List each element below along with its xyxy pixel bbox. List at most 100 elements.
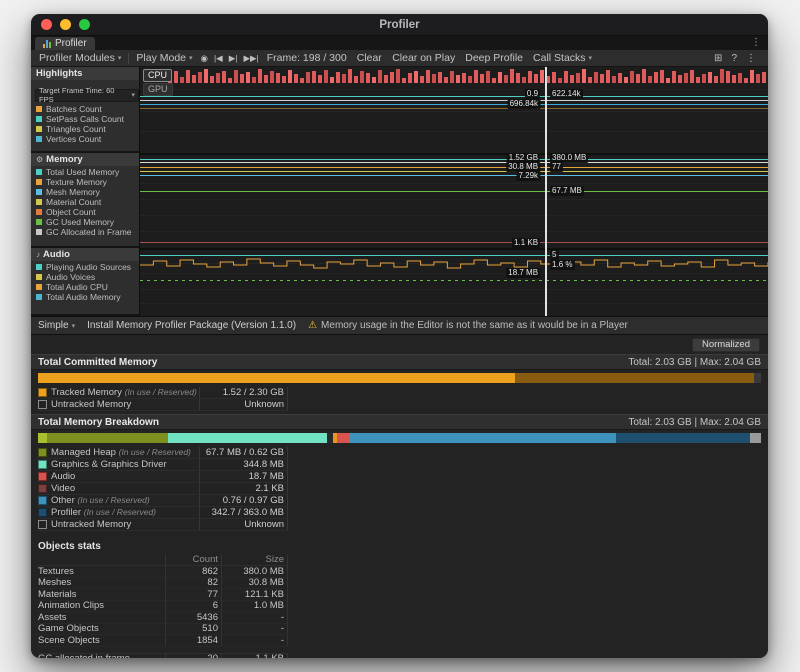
- current-frame-button[interactable]: ▶▶|: [240, 50, 261, 66]
- gridline: [140, 303, 768, 304]
- deep-profile-button[interactable]: Deep Profile: [460, 50, 528, 66]
- counter-playing-audio-sources[interactable]: Playing Audio Sources: [36, 262, 139, 272]
- cpu-frame-bar: [306, 72, 310, 83]
- editor-memory-warning: ⚠ Memory usage in the Editor is not the …: [308, 320, 628, 331]
- counter-swatch: [36, 189, 42, 195]
- record-button[interactable]: ◉: [198, 50, 211, 66]
- clear-button[interactable]: Clear: [352, 50, 387, 66]
- cpu-frame-bar: [510, 69, 514, 83]
- target-frame-time-dropdown[interactable]: Target Frame Time: 60 FPS ▾: [35, 89, 139, 102]
- cpu-frame-bar: [402, 78, 406, 83]
- profiler-tab-icon: [43, 40, 51, 48]
- kebab-menu-icon[interactable]: ⋮: [746, 53, 756, 64]
- object-stat-size: 1.0 MB: [221, 600, 288, 611]
- gc-allocated-row: GC allocated in frame 20 1.1 KB: [38, 653, 288, 659]
- module-highlights-header[interactable]: Highlights: [31, 67, 139, 80]
- cpu-frame-bar: [210, 76, 214, 83]
- module-audio-header[interactable]: ♪Audio: [31, 248, 139, 261]
- legend-label: Tracked Memory (In use / Reserved): [51, 387, 199, 398]
- legend-value: 67.7 MB / 0.62 GB: [199, 447, 288, 458]
- clear-on-play-button[interactable]: Clear on Play: [387, 50, 460, 66]
- chevron-down-icon: ▾: [72, 322, 76, 330]
- chart-line: [140, 191, 768, 192]
- tab-kebab-menu-icon[interactable]: ⋮: [751, 37, 761, 48]
- help-icon[interactable]: ?: [731, 53, 737, 64]
- module-counters: Total Used MemoryTexture MemoryMesh Memo…: [31, 166, 139, 237]
- legend-row-untracked-memory[interactable]: Untracked MemoryUnknown: [38, 399, 288, 411]
- counter-total-audio-memory[interactable]: Total Audio Memory: [36, 292, 139, 302]
- objects-stats-header: Count Size: [38, 554, 288, 566]
- objects-stats-title: Objects stats: [38, 541, 761, 552]
- cpu-frame-bar: [204, 69, 208, 83]
- counter-vertices-count[interactable]: Vertices Count: [36, 134, 139, 144]
- call-stacks-dropdown[interactable]: Call Stacks ▾: [528, 50, 597, 66]
- legend-row-audio[interactable]: Audio18.7 MB: [38, 471, 288, 483]
- cpu-frame-bar: [480, 74, 484, 83]
- prev-frame-button[interactable]: |◀: [211, 50, 226, 66]
- legend-row-untracked-memory[interactable]: Untracked MemoryUnknown: [38, 519, 288, 531]
- play-mode-dropdown[interactable]: Play Mode ▾: [131, 50, 197, 66]
- tab-profiler[interactable]: Profiler: [35, 37, 95, 50]
- counter-object-count[interactable]: Object Count: [36, 207, 139, 217]
- close-button[interactable]: [41, 19, 52, 30]
- counter-triangles-count[interactable]: Triangles Count: [36, 124, 139, 134]
- legend-row-video[interactable]: Video2.1 KB: [38, 483, 288, 495]
- counter-audio-voices[interactable]: Audio Voices: [36, 272, 139, 282]
- cpu-frame-bar: [174, 71, 178, 83]
- cpu-frame-bar: [564, 71, 568, 83]
- module-title: Audio: [43, 249, 70, 260]
- next-frame-button[interactable]: ▶|: [226, 50, 241, 66]
- gridline: [140, 273, 768, 274]
- counter-label: Total Audio Memory: [46, 292, 121, 302]
- cpu-frame-bar: [684, 73, 688, 83]
- install-memory-profiler-button[interactable]: Install Memory Profiler Package (Version…: [87, 320, 296, 331]
- profiler-chart[interactable]: CPU GPU 0.9622.14k696.84k1.52 GB380.0 MB…: [140, 67, 768, 316]
- cpu-frame-bar: [540, 70, 544, 83]
- legend-row-profiler[interactable]: Profiler (In use / Reserved)342.7 / 363.…: [38, 507, 288, 519]
- profiler-modules-dropdown[interactable]: Profiler Modules ▾: [34, 50, 126, 66]
- counter-setpass-calls-count[interactable]: SetPass Calls Count: [36, 114, 139, 124]
- chevron-down-icon: ▾: [589, 54, 593, 62]
- counter-mesh-memory[interactable]: Mesh Memory: [36, 187, 139, 197]
- module-memory-header[interactable]: ⚙Memory: [31, 153, 139, 166]
- panel-layout-icon[interactable]: ⊞: [714, 53, 722, 64]
- legend-row-other[interactable]: Other (In use / Reserved)0.76 / 0.97 GB: [38, 495, 288, 507]
- counter-gc-used-memory[interactable]: GC Used Memory: [36, 217, 139, 227]
- object-stat-count: 1854: [165, 635, 221, 646]
- counter-total-used-memory[interactable]: Total Used Memory: [36, 167, 139, 177]
- counter-label: SetPass Calls Count: [46, 114, 124, 124]
- legend-row-managed-heap[interactable]: Managed Heap (In use / Reserved)67.7 MB …: [38, 447, 288, 459]
- object-stat-count: 5436: [165, 612, 221, 623]
- cpu-frame-bar: [516, 73, 520, 83]
- counter-batches-count[interactable]: Batches Count: [36, 104, 139, 114]
- memory-bar-segment: [515, 373, 754, 383]
- cpu-frame-bar: [432, 74, 436, 83]
- normalized-button[interactable]: Normalized: [692, 338, 760, 352]
- gear-icon: ⚙: [36, 155, 43, 164]
- cpu-toggle[interactable]: CPU: [143, 69, 172, 82]
- chart-line: [140, 159, 768, 160]
- legend-row-graphics-graphics-driver[interactable]: Graphics & Graphics Driver344.8 MB: [38, 459, 288, 471]
- cpu-frame-bar: [342, 74, 346, 83]
- committed-memory-bar: [38, 373, 761, 383]
- module-memory: ⚙MemoryTotal Used MemoryTexture MemoryMe…: [31, 153, 139, 248]
- frame-playhead[interactable]: [545, 67, 547, 316]
- memory-bar-segment: [337, 433, 349, 443]
- memory-view-mode-dropdown[interactable]: Simple ▾: [38, 317, 75, 334]
- memory-bar-segment: [750, 433, 761, 443]
- legend-label: Graphics & Graphics Driver: [51, 459, 199, 470]
- maximize-button[interactable]: [79, 19, 90, 30]
- counter-material-count[interactable]: Material Count: [36, 197, 139, 207]
- titlebar[interactable]: Profiler: [31, 14, 768, 36]
- legend-swatch: [38, 388, 47, 397]
- counter-gc-allocated-in-frame[interactable]: GC Allocated in Frame: [36, 227, 139, 237]
- legend-row-tracked-memory[interactable]: Tracked Memory (In use / Reserved)1.52 /…: [38, 387, 288, 399]
- legend-label: Profiler (In use / Reserved): [51, 507, 199, 518]
- legend-label: Untracked Memory: [51, 519, 199, 530]
- counter-texture-memory[interactable]: Texture Memory: [36, 177, 139, 187]
- minimize-button[interactable]: [60, 19, 71, 30]
- cpu-frame-bar: [762, 72, 766, 83]
- counter-total-audio-cpu[interactable]: Total Audio CPU: [36, 282, 139, 292]
- cpu-frame-bar: [498, 72, 502, 83]
- gpu-toggle[interactable]: GPU: [143, 83, 173, 96]
